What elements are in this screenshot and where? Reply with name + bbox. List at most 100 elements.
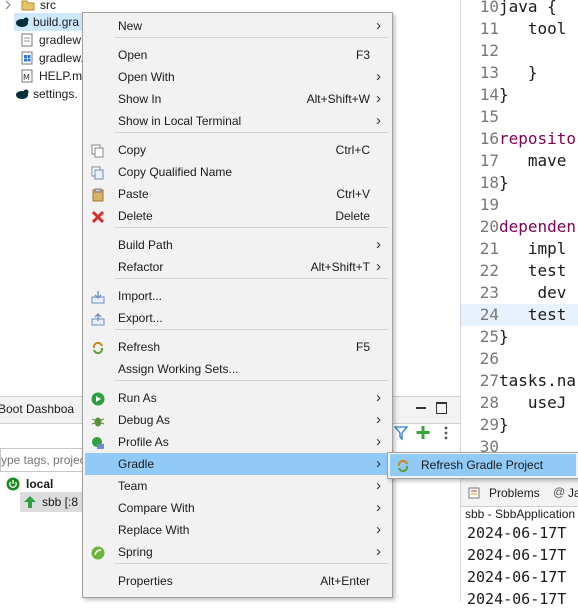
menu-item-label: Show in Local Terminal: [118, 114, 242, 128]
code-line[interactable]: 24 test: [461, 304, 578, 326]
chevron-right-icon: ›: [376, 90, 381, 107]
markdown-file-icon: M: [20, 69, 34, 83]
chevron-right-icon: ›: [376, 543, 381, 560]
line-number: 10: [479, 0, 499, 16]
menu-item-copy-qualified-name[interactable]: Copy Qualified Name: [85, 161, 390, 183]
menu-item-build-path[interactable]: Build Path ›: [85, 234, 390, 256]
menu-item-import[interactable]: Import...: [85, 285, 390, 307]
code-line[interactable]: 29}: [461, 414, 578, 436]
menu-item-refresh-gradle-project[interactable]: Refresh Gradle Project: [390, 454, 576, 476]
menu-item-replace-with[interactable]: Replace With ›: [85, 519, 390, 541]
chevron-right-icon: ›: [376, 258, 381, 275]
menu-item-team[interactable]: Team ›: [85, 475, 390, 497]
dashboard-filter-input[interactable]: ype tags, projec: [0, 448, 86, 472]
menu-item-label: Build Path: [118, 238, 173, 252]
menu-item-shortcut: Ctrl+C: [335, 143, 370, 157]
menu-item-show-in-local-terminal[interactable]: Show in Local Terminal ›: [85, 110, 390, 132]
menu-item-copy[interactable]: Copy Ctrl+C: [85, 139, 390, 161]
tree-item-build-gradle[interactable]: build.gra: [14, 13, 84, 31]
menu-item-label: Profile As: [118, 435, 169, 449]
line-number: 24: [479, 305, 499, 324]
chevron-right-icon: ›: [376, 455, 381, 472]
code-line[interactable]: 16reposito: [461, 128, 578, 150]
copy-qualified-icon: [91, 165, 105, 180]
add-icon[interactable]: [416, 425, 430, 444]
code-editor[interactable]: 10java {11 tool 12 13 } 14} 15 16reposito 17 m…: [460, 0, 578, 470]
line-number: 17: [479, 151, 499, 170]
code-text: test: [499, 261, 567, 280]
menu-item-label: New: [118, 19, 143, 33]
dashboard-app-sbb[interactable]: sbb [:8: [20, 492, 84, 512]
tab-javadoc[interactable]: Ja: [568, 486, 578, 500]
menu-item-show-in[interactable]: Show In Alt+Shift+W ›: [85, 88, 390, 110]
menu-item-label: Open: [118, 48, 148, 62]
menu-item-paste[interactable]: Paste Ctrl+V: [85, 183, 390, 205]
code-text: }: [499, 327, 509, 346]
menu-item-properties[interactable]: Properties Alt+Enter: [85, 570, 390, 592]
code-text: tool: [499, 19, 567, 38]
menu-item-assign-working-sets[interactable]: Assign Working Sets...: [85, 358, 390, 380]
more-options-icon[interactable]: [443, 425, 449, 444]
code-line[interactable]: 12: [461, 40, 578, 62]
code-line[interactable]: 11 tool: [461, 18, 578, 40]
file-icon: [20, 33, 34, 47]
tree-item-settings-gradle[interactable]: settings.: [14, 85, 78, 103]
code-line[interactable]: 21 impl: [461, 238, 578, 260]
windows-file-icon: [20, 51, 34, 65]
code-line[interactable]: 26: [461, 348, 578, 370]
code-line[interactable]: 19: [461, 194, 578, 216]
minimize-icon[interactable]: [416, 407, 426, 409]
code-line[interactable]: 15: [461, 106, 578, 128]
code-line[interactable]: 18}: [461, 172, 578, 194]
code-line[interactable]: 28 useJ: [461, 392, 578, 414]
menu-item-run-as[interactable]: Run As ›: [85, 387, 390, 409]
menu-item-debug-as[interactable]: Debug As ›: [85, 409, 390, 431]
maximize-icon[interactable]: [436, 402, 447, 414]
console-line: 2024-06-17T: [467, 568, 567, 586]
run-icon: [91, 391, 105, 406]
tree-item-gradlew-bat[interactable]: gradlew.: [20, 49, 84, 67]
menu-item-profile-as[interactable]: Profile As ›: [85, 431, 390, 453]
menu-item-delete[interactable]: Delete Delete: [85, 205, 390, 227]
code-line[interactable]: 14}: [461, 84, 578, 106]
line-number: 21: [479, 239, 499, 258]
expand-arrow-icon[interactable]: [2, 0, 16, 12]
menu-separator: [115, 132, 388, 133]
menu-item-new[interactable]: New ›: [85, 15, 390, 37]
menu-item-spring[interactable]: Spring ›: [85, 541, 390, 563]
gradle-refresh-icon: [396, 458, 410, 473]
chevron-right-icon: ›: [376, 112, 381, 129]
menu-item-label: Delete: [118, 209, 153, 223]
filter-icon[interactable]: [393, 425, 409, 444]
code-line[interactable]: 20dependen: [461, 216, 578, 238]
dashboard-local-node[interactable]: local: [6, 474, 53, 494]
code-line[interactable]: 25}: [461, 326, 578, 348]
code-line[interactable]: 23 dev: [461, 282, 578, 304]
menu-item-label: Copy: [118, 143, 147, 157]
code-line[interactable]: 13 }: [461, 62, 578, 84]
tree-item-gradlew[interactable]: gradlew: [20, 31, 81, 49]
menu-item-open-with[interactable]: Open With ›: [85, 66, 390, 88]
menu-item-open[interactable]: Open F3: [85, 44, 390, 66]
tree-item-src[interactable]: src: [2, 0, 56, 14]
problems-icon: [467, 486, 481, 503]
menu-item-compare-with[interactable]: Compare With ›: [85, 497, 390, 519]
tree-item-help-md[interactable]: M HELP.mc: [20, 67, 88, 85]
menu-separator: [115, 329, 388, 330]
menu-item-refresh[interactable]: Refresh F5: [85, 336, 390, 358]
profile-icon: [91, 435, 105, 449]
menu-item-export[interactable]: Export...: [85, 307, 390, 329]
code-text: tasks.na: [499, 371, 577, 390]
code-line[interactable]: 27tasks.na: [461, 370, 578, 392]
menu-item-label: Spring: [118, 545, 153, 559]
menu-item-label: Assign Working Sets...: [118, 362, 239, 376]
code-line[interactable]: 17 mave: [461, 150, 578, 172]
console-panel: Problems @ Ja sbb - SbbApplication 2024-…: [460, 478, 578, 608]
menu-item-label: Refactor: [118, 260, 164, 274]
menu-item-refactor[interactable]: Refactor Alt+Shift+T ›: [85, 256, 390, 278]
code-line[interactable]: 10java {: [461, 0, 578, 18]
tab-problems[interactable]: Problems: [489, 486, 540, 500]
boot-dashboard-tab[interactable]: Boot Dashboa: [0, 402, 74, 416]
menu-item-gradle[interactable]: Gradle ›: [85, 453, 390, 475]
code-line[interactable]: 22 test: [461, 260, 578, 282]
